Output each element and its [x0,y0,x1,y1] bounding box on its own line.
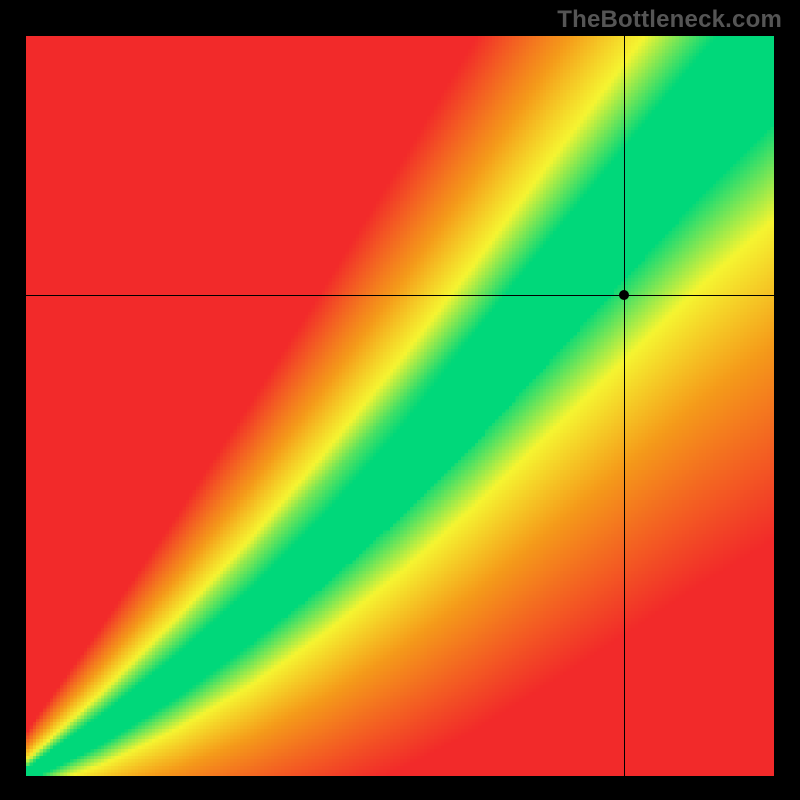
chart-frame: TheBottleneck.com [0,0,800,800]
heatmap-canvas [26,36,774,776]
marker-dot [619,290,629,300]
watermark-text: TheBottleneck.com [557,6,782,34]
plot-area [26,36,774,776]
crosshair-horizontal [26,295,774,296]
crosshair-vertical [624,36,625,776]
